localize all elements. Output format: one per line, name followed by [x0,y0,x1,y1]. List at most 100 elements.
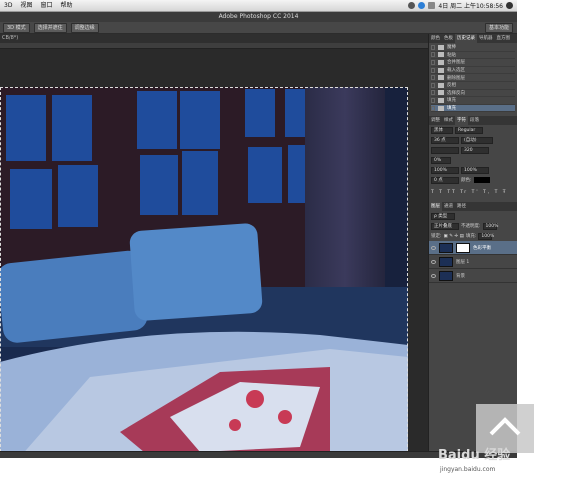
checkbox[interactable] [431,97,435,103]
history-thumb-icon [438,52,444,58]
tab-histogram[interactable]: 直方图 [495,34,513,43]
document-tab[interactable]: CB/8*) [0,34,428,43]
eye-icon[interactable] [431,259,436,264]
checkbox[interactable] [431,59,435,65]
refine-edge-button[interactable]: 调整边缘 [70,22,99,33]
tab-paths[interactable]: 路径 [455,202,468,211]
type-style-buttons: T T TT Tr T' T, T Ŧ [429,185,517,199]
scale-row: 100% 100% [429,165,517,175]
font-style-field[interactable]: Regular [455,126,483,134]
history-thumb-icon [438,44,444,50]
type-style-icons[interactable]: T T TT Tr T' T, T Ŧ [431,190,508,195]
watermark-url: jingyan.baidu.com [440,466,496,473]
layer-row[interactable]: 背景 [429,269,517,284]
layers-tabs: 图层 通道 路径 [429,202,517,212]
font-family-field[interactable]: 黑体 [431,126,453,134]
bluetooth-icon[interactable] [418,2,426,9]
canvas[interactable] [0,49,428,457]
history-item-selected[interactable]: 填充 [431,104,515,113]
history-item[interactable]: 合并图层 [431,59,515,67]
history-item[interactable]: 选择反向 [431,90,515,98]
lock-label: 锁定: [431,234,442,240]
character-tabs: 调整 样式 字符 段落 [429,116,517,126]
blend-mode-select[interactable]: 正片叠底 [431,222,459,230]
history-item[interactable]: 载入选区 [431,67,515,75]
kerning-field[interactable] [431,146,459,154]
checkbox[interactable] [431,82,435,88]
tab-adjustments[interactable]: 调整 [429,116,442,125]
color-swatch[interactable] [473,177,490,184]
watermark-text: Baidu 经验 [438,448,511,463]
fill-field[interactable]: 100% [478,232,494,240]
eye-icon[interactable] [431,245,436,250]
opacity-field[interactable]: 100% [482,222,498,230]
options-bar: 3D 模式 选择并遮住 调整边缘 基本功能 [0,22,517,34]
checkbox[interactable] [431,105,435,111]
tab-styles[interactable]: 样式 [442,116,455,125]
baseline-field[interactable]: 0 点 [431,176,459,184]
history-thumb-icon [438,82,444,88]
checkbox[interactable] [431,44,435,50]
right-panel: 颜色 色板 历史记录 导航器 直方图 魔棒 粘贴 合并图层 载入选区 删除图层 … [428,34,517,451]
select-mask-button[interactable]: 选择并遮住 [33,22,67,33]
history-tabs: 颜色 色板 历史记录 导航器 直方图 [429,34,517,43]
vertical-scale-field[interactable]: 100% [431,166,459,174]
fill-label: 填充: [465,234,477,240]
size-row: 36 点 (自动) [429,135,517,145]
lock-icons[interactable]: ▣ ✎ ✛ ▤ [444,234,464,239]
user-icon[interactable] [408,2,416,9]
layer-thumb-icon [439,242,453,253]
menu-3d[interactable]: 3D [0,0,16,12]
opacity-label: 不透明度: [461,224,481,230]
history-item[interactable]: 粘贴 [431,52,515,60]
tracking-row: 320 [429,145,517,155]
menu-help[interactable]: 帮助 [56,0,76,12]
mask-thumb-icon [456,242,470,253]
layer-row[interactable]: 图层 1 [429,255,517,270]
layer-row[interactable]: 色彩平衡 [429,241,517,256]
layer-filter-row: ρ 类型 [429,211,517,221]
tracking-field[interactable]: 320 [461,146,489,154]
history-item[interactable]: 反相 [431,82,515,90]
tab-layers[interactable]: 图层 [429,202,442,212]
vscale-row: 0% [429,155,517,165]
menu-view[interactable]: 视图 [16,0,36,12]
battery-icon[interactable] [428,2,436,9]
bedroom-photo [0,87,408,457]
color-label: 颜色: [461,178,472,184]
history-list: 魔棒 粘贴 合并图层 载入选区 删除图层 反相 选择反向 填充 填充 [429,43,517,113]
font-row: 黑体 Regular [429,125,517,135]
kind-filter[interactable]: ρ 类型 [431,212,455,220]
font-size-field[interactable]: 36 点 [431,136,459,144]
menu-bar: 3D 视图 窗口 帮助 4日 周二 上午10:58:56 [0,0,517,12]
vscale-field[interactable]: 0% [431,156,451,164]
history-item[interactable]: 删除图层 [431,74,515,82]
workspace-switcher[interactable]: 基本功能 [484,22,513,33]
eye-icon[interactable] [431,273,436,278]
tab-paragraph[interactable]: 段落 [468,116,481,125]
tab-history[interactable]: 历史记录 [455,34,477,43]
search-icon[interactable] [506,2,513,9]
checkbox[interactable] [431,52,435,58]
tab-channels[interactable]: 通道 [442,202,455,211]
history-thumb-icon [438,90,444,96]
checkbox[interactable] [431,75,435,81]
horizontal-scale-field[interactable]: 100% [461,166,489,174]
baseline-row: 0 点颜色: [429,175,517,185]
leading-field[interactable]: (自动) [461,136,493,144]
clock[interactable]: 4日 周二 上午10:58:56 [438,1,503,10]
history-item[interactable]: 填充 [431,97,515,105]
tab-swatches[interactable]: 色板 [442,34,455,43]
layer-thumb-icon [439,270,453,281]
history-item[interactable]: 魔棒 [431,44,515,52]
window-title: Adobe Photoshop CC 2014 [0,12,517,22]
history-thumb-icon [438,75,444,81]
tab-color[interactable]: 颜色 [429,34,442,43]
checkbox[interactable] [431,67,435,73]
tab-navigator[interactable]: 导航器 [477,34,495,43]
tab-character[interactable]: 字符 [455,116,468,126]
menu-window[interactable]: 窗口 [36,0,56,12]
checkbox[interactable] [431,90,435,96]
history-thumb-icon [438,105,444,111]
3d-mode-button[interactable]: 3D 模式 [3,22,30,33]
